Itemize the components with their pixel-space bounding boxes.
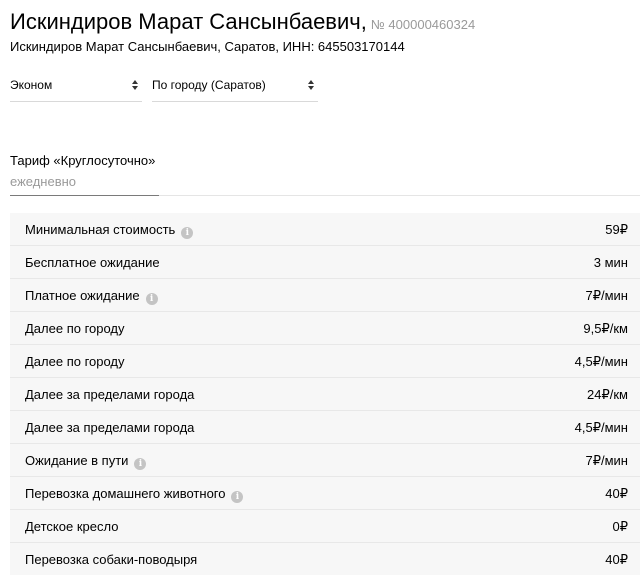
row-label-text: Далее за пределами города: [25, 387, 195, 402]
page-header: Искиндиров Марат Сансынбаевич, № 40000046…: [10, 8, 475, 36]
info-icon[interactable]: i: [231, 491, 244, 503]
info-icon[interactable]: i: [181, 227, 194, 239]
row-label-text: Перевозка собаки-поводыря: [25, 552, 198, 567]
tabs-divider: [159, 195, 640, 196]
row-label: Далее по городу: [25, 354, 125, 369]
price-table: Минимальная стоимость i 59₽ Бесплатное ожид…: [10, 213, 640, 575]
row-value: 3 мин: [593, 255, 628, 270]
table-row: Далее за пределами города 4,5₽/мин: [10, 411, 640, 444]
row-label-text: Далее по городу: [25, 354, 125, 369]
row-value: 7₽/мин: [585, 453, 629, 468]
driver-details: Искиндиров Марат Сансынбаевич, Саратов, …: [10, 39, 405, 54]
page-title: Искиндиров Марат Сансынбаевич,: [10, 9, 367, 34]
table-row: Далее по городу 9,5₽/км: [10, 312, 640, 345]
row-value: 40₽: [605, 552, 628, 567]
table-row: Бесплатное ожидание 3 мин: [10, 246, 640, 279]
table-row: Платное ожидание i 7₽/мин: [10, 279, 640, 312]
row-label-text: Далее по городу: [25, 321, 125, 336]
info-icon[interactable]: i: [134, 458, 147, 470]
row-value: 59₽: [605, 222, 628, 237]
row-label: Перевозка домашнего животного i: [25, 486, 244, 503]
row-label: Перевозка собаки-поводыря: [25, 552, 197, 567]
tariff-zone-select[interactable]: По городу (Саратов): [152, 72, 318, 102]
row-label: Детское кресло: [25, 519, 118, 534]
row-label: Ожидание в пути i: [25, 453, 147, 470]
tariff-class-select[interactable]: Эконом: [10, 72, 142, 102]
table-row: Перевозка собаки-поводыря 40₽: [10, 543, 640, 575]
row-label: Платное ожидание i: [25, 288, 158, 305]
row-label: Минимальная стоимость i: [25, 222, 194, 239]
row-value: 24₽/км: [587, 387, 628, 402]
row-label-text: Далее за пределами города: [25, 420, 195, 435]
row-value: 4,5₽/мин: [574, 354, 628, 369]
row-label: Далее за пределами города: [25, 420, 194, 435]
tariff-name: Тариф «Круглосуточно»: [10, 153, 156, 168]
row-label: Далее по городу: [25, 321, 125, 336]
row-label-text: Минимальная стоимость: [25, 222, 176, 237]
table-row: Ожидание в пути i 7₽/мин: [10, 444, 640, 477]
tariff-period: ежедневно: [10, 174, 77, 189]
row-label-text: Детское кресло: [25, 519, 119, 534]
info-icon[interactable]: i: [145, 293, 158, 305]
row-value: 9,5₽/км: [583, 321, 628, 336]
row-value: 7₽/мин: [585, 288, 629, 303]
table-row: Далее по городу 4,5₽/мин: [10, 345, 640, 378]
select-arrows-icon: [308, 80, 314, 92]
row-label-text: Платное ожидание: [25, 288, 140, 303]
registration-number: № 400000460324: [370, 17, 476, 32]
row-label: Бесплатное ожидание: [25, 255, 160, 270]
table-row: Далее за пределами города 24₽/км: [10, 378, 640, 411]
tariff-zone-value: По городу (Саратов): [152, 78, 266, 92]
row-label-text: Бесплатное ожидание: [25, 255, 160, 270]
row-value: 40₽: [605, 486, 628, 501]
table-row: Минимальная стоимость i 59₽: [10, 213, 640, 246]
row-value: 0₽: [612, 519, 628, 534]
row-label-text: Ожидание в пути: [25, 453, 129, 468]
table-row: Перевозка домашнего животного i 40₽: [10, 477, 640, 510]
select-arrows-icon: [132, 80, 138, 92]
table-row: Детское кресло 0₽: [10, 510, 640, 543]
row-label-text: Перевозка домашнего животного: [25, 486, 226, 501]
tariff-class-value: Эконом: [10, 78, 53, 92]
tab-tariff-round-the-clock[interactable]: Тариф «Круглосуточно» ежедневно: [10, 153, 159, 196]
row-value: 4,5₽/мин: [574, 420, 628, 435]
row-label: Далее за пределами города: [25, 387, 194, 402]
